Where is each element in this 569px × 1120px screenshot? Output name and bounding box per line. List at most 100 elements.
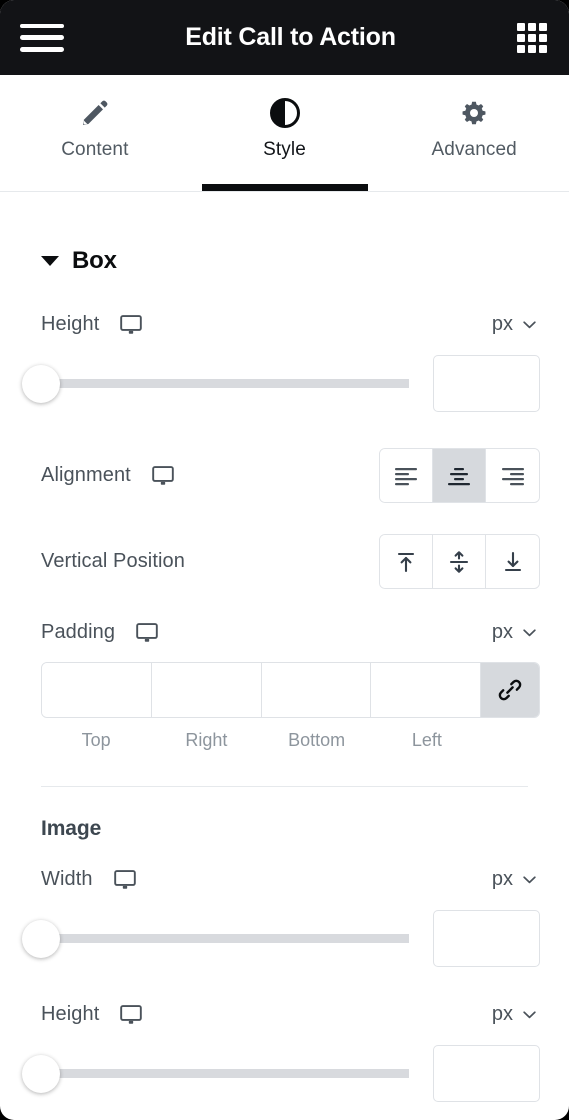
- padding-input-bottom[interactable]: [261, 663, 372, 717]
- tab-advanced-label: Advanced: [431, 139, 517, 160]
- slider-handle[interactable]: [22, 919, 60, 958]
- slider-row-image-height: [0, 1045, 569, 1102]
- hamburger-bar: [20, 23, 64, 28]
- grid-apps-icon[interactable]: [516, 22, 547, 53]
- monitor-icon[interactable]: [120, 314, 143, 335]
- padding-label-right: Right: [185, 730, 228, 750]
- chevron-down-icon: [523, 875, 536, 883]
- chevron-down-icon: [523, 1010, 536, 1018]
- label-alignment: Alignment: [41, 464, 131, 486]
- control-row-vertical-position: Vertical Position: [0, 534, 569, 589]
- section-header-box[interactable]: Box: [0, 192, 569, 275]
- unit-selector-box-height[interactable]: px: [492, 313, 540, 336]
- unit-label: px: [491, 621, 513, 643]
- unit-label: px: [491, 868, 513, 890]
- arrow-down-to-line-icon: [504, 551, 521, 571]
- contrast-icon: [269, 96, 300, 130]
- slider-row-image-width: [0, 910, 569, 967]
- padding-label-top: Top: [81, 730, 111, 750]
- chevron-down-icon: [523, 628, 536, 636]
- input-box-height[interactable]: [433, 355, 540, 412]
- align-left-icon: [395, 467, 417, 485]
- tab-style[interactable]: Style: [190, 75, 380, 191]
- padding-input-left[interactable]: [371, 663, 481, 717]
- slider-handle[interactable]: [22, 1054, 60, 1093]
- tab-advanced[interactable]: Advanced: [379, 75, 569, 191]
- input-image-width[interactable]: [433, 910, 540, 967]
- label-padding: Padding: [41, 621, 116, 643]
- slider-track: [41, 934, 409, 943]
- control-label-group: Height: [41, 313, 143, 336]
- unit-selector-image-width[interactable]: px: [492, 868, 540, 891]
- alignment-button-group: [379, 448, 540, 503]
- padding-label-spacer: [482, 730, 540, 751]
- align-right-icon: [501, 467, 524, 485]
- align-bottom-button[interactable]: [486, 535, 539, 588]
- section-title-box: Box: [72, 247, 117, 274]
- editor-panel: Edit Call to Action Content Style Advanc…: [0, 0, 569, 1120]
- tab-bar: Content Style Advanced: [0, 75, 569, 192]
- unit-label: px: [491, 313, 513, 335]
- slider-track: [41, 379, 409, 388]
- chevron-down-icon: [523, 320, 536, 328]
- tab-content[interactable]: Content: [0, 75, 190, 191]
- label-image-width: Width: [41, 868, 93, 890]
- hamburger-bar: [20, 47, 64, 52]
- unit-label: px: [491, 1003, 513, 1025]
- label-image-height: Height: [41, 1003, 100, 1025]
- padding-input-right[interactable]: [151, 663, 262, 717]
- control-label-group: Height: [41, 1003, 143, 1026]
- hamburger-bar: [20, 35, 64, 40]
- padding-control: Top Right Bottom Left: [0, 662, 569, 751]
- slider-handle[interactable]: [22, 364, 60, 403]
- control-label-group: Width: [41, 868, 136, 891]
- padding-input-top[interactable]: [42, 663, 152, 717]
- tab-content-label: Content: [61, 139, 129, 160]
- align-middle-button[interactable]: [433, 535, 486, 588]
- slider-image-width[interactable]: [22, 919, 409, 959]
- padding-label-left: Left: [411, 730, 442, 750]
- link-chain-icon[interactable]: [481, 663, 539, 717]
- control-row-alignment: Alignment: [0, 448, 569, 503]
- control-label-group: Alignment: [41, 464, 174, 487]
- padding-input-group: [41, 662, 540, 718]
- align-center-icon: [448, 467, 470, 485]
- slider-row-box-height: [0, 355, 569, 412]
- page-title: Edit Call to Action: [185, 23, 396, 51]
- align-left-button[interactable]: [380, 449, 433, 502]
- pencil-icon: [80, 96, 110, 130]
- slider-track: [41, 1069, 409, 1078]
- input-image-height[interactable]: [433, 1045, 540, 1102]
- arrow-up-to-line-icon: [397, 552, 415, 572]
- panel-content: Box Height px Alignment Vertical Positio…: [0, 192, 569, 1102]
- monitor-icon[interactable]: [120, 1004, 143, 1025]
- padding-side-labels: Top Right Bottom Left: [41, 730, 540, 751]
- gear-icon: [459, 96, 489, 130]
- caret-down-icon: [41, 256, 59, 266]
- monitor-icon[interactable]: [136, 622, 158, 643]
- hamburger-menu-icon[interactable]: [20, 21, 64, 55]
- slider-image-height[interactable]: [22, 1054, 409, 1094]
- label-vertical-position: Vertical Position: [41, 550, 185, 572]
- unit-selector-image-height[interactable]: px: [492, 1003, 540, 1026]
- vertical-position-button-group: [379, 534, 540, 589]
- control-row-image-height: Height px: [0, 1003, 569, 1026]
- slider-box-height[interactable]: [22, 364, 409, 404]
- control-row-box-height: Height px: [0, 313, 569, 336]
- top-bar: Edit Call to Action: [0, 0, 569, 75]
- section-title-image: Image: [41, 817, 102, 840]
- label-box-height: Height: [41, 313, 100, 335]
- align-right-button[interactable]: [486, 449, 539, 502]
- control-row-padding: Padding px: [0, 621, 569, 644]
- monitor-icon[interactable]: [113, 869, 136, 890]
- align-top-button[interactable]: [380, 535, 433, 588]
- control-label-group: Padding: [41, 621, 158, 644]
- arrows-to-middle-icon: [449, 550, 469, 573]
- unit-selector-padding[interactable]: px: [492, 621, 540, 644]
- control-row-image-width: Width px: [0, 868, 569, 891]
- align-center-button[interactable]: [433, 449, 486, 502]
- tab-style-label: Style: [263, 139, 306, 160]
- tab-active-indicator: [201, 184, 368, 191]
- monitor-icon[interactable]: [152, 465, 174, 486]
- padding-label-bottom: Bottom: [288, 730, 346, 750]
